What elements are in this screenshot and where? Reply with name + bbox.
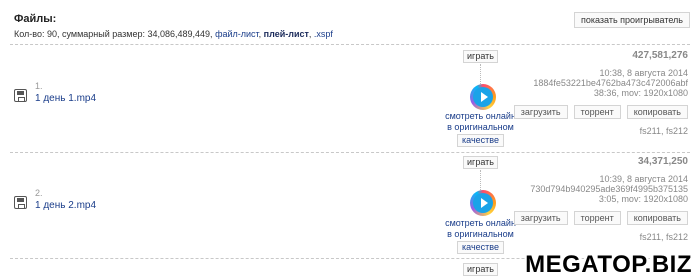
- torrent-button[interactable]: торрент: [573, 105, 621, 119]
- files-summary: Кол-во: 90, суммарный размер: 34,086,489…: [14, 29, 333, 39]
- torrent-button[interactable]: торрент: [573, 211, 621, 225]
- play-circle-icon[interactable]: [470, 190, 496, 216]
- download-button[interactable]: загрузить: [513, 211, 568, 225]
- play-button[interactable]: играть: [463, 156, 498, 169]
- file-size: 34,371,250: [637, 156, 688, 167]
- file-meta: 10:38, 8 августа 2014 1884fe53221be4762b…: [533, 68, 688, 98]
- file-number: 2.: [35, 188, 43, 198]
- file-number: 1.: [35, 81, 43, 91]
- watch-line-2: в оригинальном: [447, 122, 514, 132]
- watermark-logo: MEGATOP.BIZ: [525, 251, 692, 278]
- file-row-1: 1. 1 день 1.mp4 играть смотреть онлайн в…: [0, 48, 700, 153]
- file-size: 427,581,276: [632, 50, 688, 61]
- show-player-button[interactable]: показать проигрыватель: [574, 12, 690, 28]
- watch-line-1: смотреть онлайн: [445, 218, 516, 228]
- watch-line-1: смотреть онлайн: [445, 111, 516, 121]
- file-meta: 10:39, 8 августа 2014 730d794b940295ade3…: [530, 174, 688, 204]
- connector-line: [480, 64, 481, 84]
- play-circle-icon[interactable]: [470, 84, 496, 110]
- file-date: 10:39, 8 августа 2014: [599, 174, 688, 184]
- connector-line: [480, 170, 481, 190]
- playlist-link[interactable]: плей-лист: [264, 29, 309, 39]
- floppy-disk-icon[interactable]: [14, 196, 27, 209]
- divider: [10, 152, 690, 153]
- watch-line-2: в оригинальном: [447, 229, 514, 239]
- file-list-link[interactable]: файл-лист: [215, 29, 259, 39]
- file-actions: загрузить торрент копировать: [513, 211, 688, 225]
- file-hash: 730d794b940295ade369f4995b375135: [530, 184, 688, 194]
- files-count-text: Кол-во: 90, суммарный размер: 34,086,489…: [14, 29, 213, 39]
- file-info: 38:36, mov: 1920x1080: [593, 88, 688, 98]
- file-servers: fs211, fs212: [639, 232, 688, 242]
- file-date: 10:38, 8 августа 2014: [599, 68, 688, 78]
- file-actions: загрузить торрент копировать: [513, 105, 688, 119]
- copy-button[interactable]: копировать: [626, 211, 688, 225]
- watch-line-3: качестве: [457, 134, 504, 147]
- watch-line-3: качестве: [457, 241, 504, 254]
- watch-online-link[interactable]: смотреть онлайн в оригинальном качестве: [445, 111, 516, 147]
- file-name-link[interactable]: 1 день 1.mp4: [35, 93, 96, 104]
- download-button[interactable]: загрузить: [513, 105, 568, 119]
- file-servers: fs211, fs212: [639, 126, 688, 136]
- divider: [10, 44, 690, 45]
- play-button[interactable]: играть: [463, 263, 498, 276]
- file-info: 3:05, mov: 1920x1080: [598, 194, 688, 204]
- play-button[interactable]: играть: [463, 50, 498, 63]
- file-row-2: 2. 1 день 2.mp4 играть смотреть онлайн в…: [0, 155, 700, 260]
- file-name-link[interactable]: 1 день 2.mp4: [35, 200, 96, 211]
- floppy-disk-icon[interactable]: [14, 89, 27, 102]
- copy-button[interactable]: копировать: [626, 105, 688, 119]
- file-hash: 1884fe53221be4762ba473c472006abf: [533, 78, 688, 88]
- xspf-link[interactable]: .xspf: [314, 29, 333, 39]
- watch-online-link[interactable]: смотреть онлайн в оригинальном качестве: [445, 218, 516, 254]
